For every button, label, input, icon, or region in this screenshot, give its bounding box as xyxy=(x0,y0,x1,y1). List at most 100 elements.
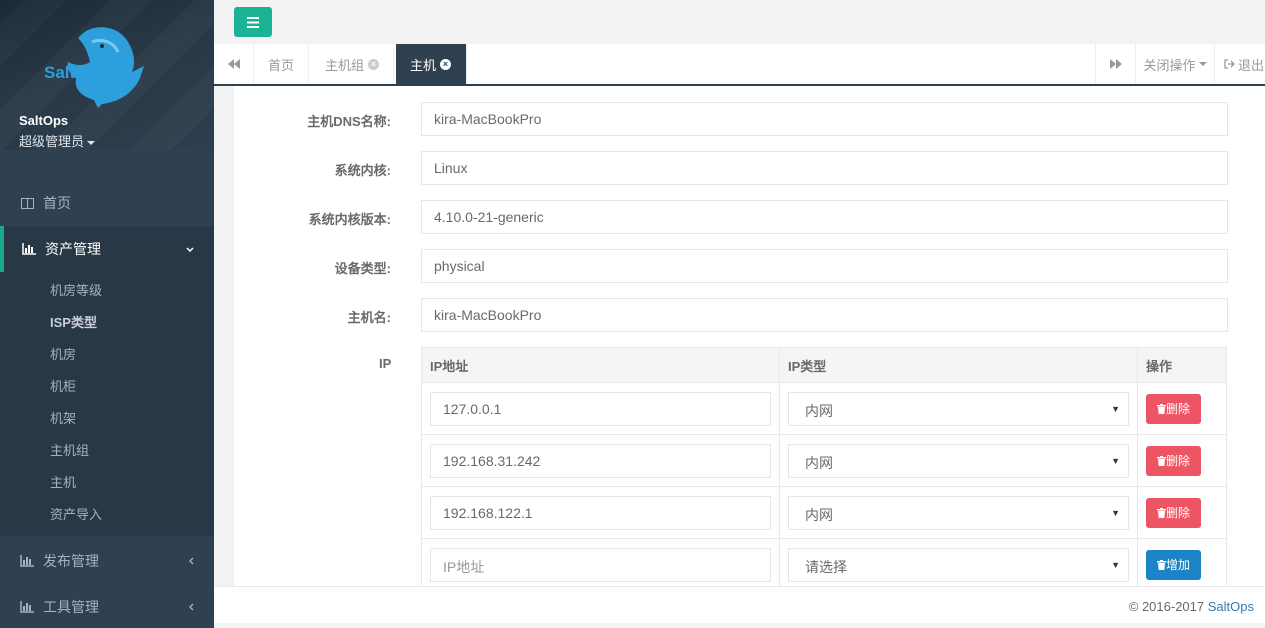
caret-down-icon xyxy=(87,140,96,145)
table-row: 192.168.122.1 内网 ▼ 删除 xyxy=(421,486,1227,539)
topbar xyxy=(214,0,1265,44)
action-cell: 增加 xyxy=(1137,538,1227,586)
delete-button[interactable]: 删除 xyxy=(1146,393,1202,424)
ip-cell: IP地址 xyxy=(421,538,780,586)
dns-label: 主机DNS名称: xyxy=(307,114,391,129)
sidebar: SaltOps SaltOps 超级管理员 首页 资产管理 机房等级 ISP类型… xyxy=(0,0,214,628)
bar-chart-icon xyxy=(19,599,35,615)
sidebar-item-label: 资产管理 xyxy=(45,241,101,257)
copyright-text: © 2016-2017 xyxy=(1128,599,1208,614)
kernel-field[interactable]: Linux xyxy=(421,151,1228,185)
footer-link[interactable]: SaltOps xyxy=(1208,599,1254,614)
add-button[interactable]: 增加 xyxy=(1146,549,1202,580)
saltops-logo: SaltOps xyxy=(44,27,144,108)
action-cell: 删除 xyxy=(1137,486,1227,539)
close-icon[interactable]: × xyxy=(440,58,452,70)
sidebar-item-label: 首页 xyxy=(43,195,71,211)
ip-type-select[interactable]: 内网 ▼ xyxy=(788,391,1129,426)
dns-field[interactable]: kira-MacBookPro xyxy=(421,102,1228,136)
ip-address-input[interactable]: 192.168.122.1 xyxy=(430,495,771,530)
ip-label: IP xyxy=(379,356,392,371)
submenu-item-rack[interactable]: 机架 xyxy=(50,408,76,427)
user-name: SaltOps xyxy=(19,113,69,128)
submenu-item-idc[interactable]: 机房 xyxy=(50,344,76,363)
new-ip-type-select[interactable]: 请选择 ▼ xyxy=(788,547,1129,582)
submenu-item-idc-level[interactable]: 机房等级 xyxy=(50,280,102,299)
table-row-new: IP地址 请选择 ▼ 增加 xyxy=(421,538,1227,586)
sidebar-item-tools[interactable]: 工具管理 xyxy=(0,584,214,628)
submenu-item-cabinet[interactable]: 机柜 xyxy=(50,376,76,395)
form-row-device-type: 设备类型: physical xyxy=(234,249,1234,283)
ip-address-input[interactable]: 192.168.31.242 xyxy=(430,443,771,478)
kernel-version-field[interactable]: 4.10.0-21-generic xyxy=(421,200,1228,234)
tab-scroll-right-button[interactable] xyxy=(1095,44,1135,84)
submenu-item-host-group[interactable]: 主机组 xyxy=(50,440,89,459)
ip-type-cell: 请选择 ▼ xyxy=(779,538,1138,586)
delete-button[interactable]: 删除 xyxy=(1146,497,1202,528)
hostname-field[interactable]: kira-MacBookPro xyxy=(421,298,1228,332)
logout-label: 退出 xyxy=(1238,57,1265,73)
action-cell: 删除 xyxy=(1137,434,1227,487)
action-cell: 删除 xyxy=(1137,382,1227,435)
dropdown-arrow-icon: ▼ xyxy=(1111,559,1120,570)
table-row: 192.168.31.242 内网 ▼ 删除 xyxy=(421,434,1227,487)
close-icon[interactable]: × xyxy=(368,58,380,70)
user-role-label: 超级管理员 xyxy=(19,134,85,149)
dropdown-arrow-icon: ▼ xyxy=(1111,507,1120,518)
submenu-item-isp-type[interactable]: ISP类型 xyxy=(50,312,97,331)
footer: © 2016-2017 SaltOps xyxy=(214,586,1265,623)
ip-type-cell: 内网 ▼ xyxy=(779,434,1138,487)
sidebar-item-home[interactable]: 首页 xyxy=(0,180,214,226)
bar-chart-icon xyxy=(19,553,35,569)
column-header-ip: IP地址 xyxy=(421,347,780,383)
bar-chart-icon xyxy=(21,241,37,257)
user-role-dropdown[interactable]: 超级管理员 xyxy=(19,131,96,150)
dropdown-arrow-icon: ▼ xyxy=(1111,403,1120,414)
tab-label: 主机 xyxy=(410,57,437,73)
sidebar-header: SaltOps SaltOps 超级管理员 xyxy=(0,0,214,150)
form-row-hostname: 主机名: kira-MacBookPro xyxy=(234,298,1234,332)
tab-label: 首页 xyxy=(268,57,295,73)
chevron-down-icon xyxy=(186,242,194,256)
ip-cell: 127.0.0.1 xyxy=(421,382,780,435)
tab-bar: 首页 主机组 × 主机 × 关闭操作 退出 xyxy=(214,44,1265,86)
device-type-field[interactable]: physical xyxy=(421,249,1228,283)
ip-table: IP地址 IP类型 操作 127.0.0.1 内网 ▼ 删除 192.168.31… xyxy=(421,347,1227,586)
tab-home[interactable]: 首页 xyxy=(254,44,310,84)
sidebar-item-release[interactable]: 发布管理 xyxy=(0,538,214,584)
tab-scroll-left-button[interactable] xyxy=(214,44,254,84)
sign-out-icon xyxy=(1224,59,1235,69)
ip-type-select[interactable]: 内网 ▼ xyxy=(788,443,1129,478)
close-operations-dropdown[interactable]: 关闭操作 xyxy=(1135,44,1214,84)
delete-label: 删除 xyxy=(1166,402,1191,416)
footer-text: © 2016-2017 SaltOps xyxy=(1129,599,1254,614)
new-ip-address-input[interactable]: IP地址 xyxy=(430,547,771,582)
table-row: 127.0.0.1 内网 ▼ 删除 xyxy=(421,382,1227,435)
sidebar-item-assets[interactable]: 资产管理 xyxy=(0,226,214,272)
submenu-item-asset-import[interactable]: 资产导入 xyxy=(50,504,102,523)
bottom-strip xyxy=(214,623,1265,628)
form-row-kernel-version: 系统内核版本: 4.10.0-21-generic xyxy=(234,200,1234,234)
menu-toggle-button[interactable] xyxy=(234,7,272,37)
ip-type-placeholder: 请选择 xyxy=(805,558,847,575)
ip-address-input[interactable]: 127.0.0.1 xyxy=(430,391,771,426)
chevron-left-icon xyxy=(188,554,194,568)
delete-label: 删除 xyxy=(1166,506,1191,520)
tab-host-group[interactable]: 主机组 × xyxy=(311,44,395,84)
host-detail-form: 主机DNS名称: kira-MacBookPro 系统内核: Linux 系统内… xyxy=(234,86,1265,586)
ip-type-value: 内网 xyxy=(805,402,833,419)
tab-host[interactable]: 主机 × xyxy=(396,44,467,84)
caret-down-icon xyxy=(1198,62,1207,66)
submenu-item-host[interactable]: 主机 xyxy=(50,472,76,491)
ip-type-value: 内网 xyxy=(805,506,833,523)
column-header-action: 操作 xyxy=(1137,347,1227,383)
column-header-ip-type: IP类型 xyxy=(779,347,1138,383)
delete-button[interactable]: 删除 xyxy=(1146,445,1202,476)
ip-type-cell: 内网 ▼ xyxy=(779,382,1138,435)
form-row-dns: 主机DNS名称: kira-MacBookPro xyxy=(234,102,1234,136)
ip-type-select[interactable]: 内网 ▼ xyxy=(788,495,1129,530)
sidebar-item-label: 发布管理 xyxy=(43,553,99,569)
backward-icon xyxy=(227,59,240,69)
chevron-left-icon xyxy=(188,600,194,614)
logout-button[interactable]: 退出 xyxy=(1214,44,1265,84)
